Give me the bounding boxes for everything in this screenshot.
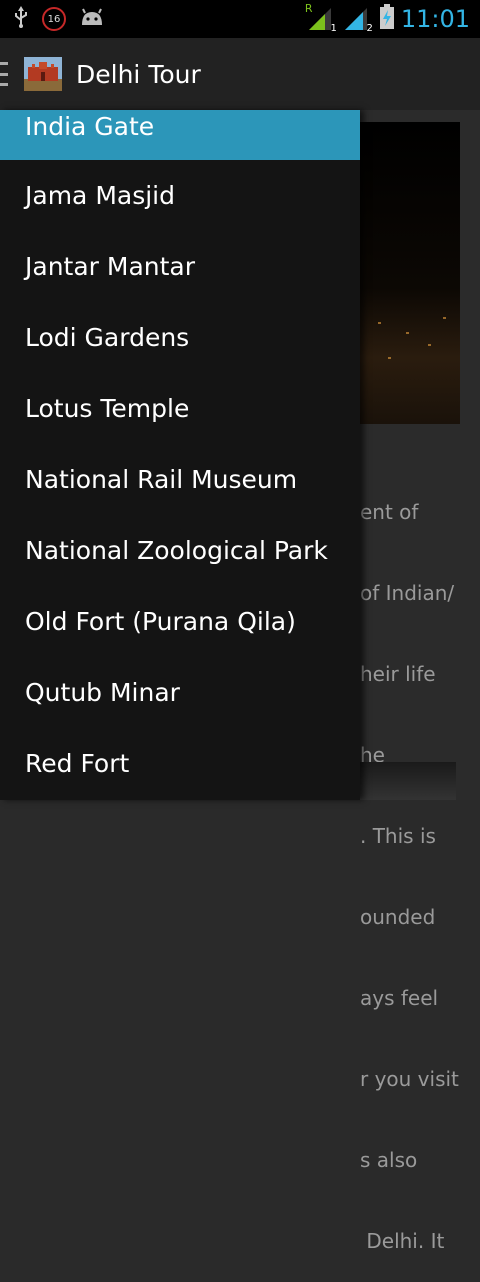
description-text: ent of of Indian/ heir life he . This is… — [360, 445, 480, 1282]
usb-icon — [14, 6, 28, 32]
signal-2-label: 2 — [366, 23, 373, 34]
description-line: heir life — [360, 662, 436, 686]
hero-photo — [358, 122, 460, 424]
status-time: 11:01 — [400, 5, 470, 33]
status-bar: 16 R 1 2 11:01 — [0, 0, 480, 38]
drawer-item-national-rail-museum[interactable]: National Rail Museum — [0, 444, 360, 515]
secondary-photo — [360, 762, 456, 800]
roaming-label: R — [304, 2, 313, 15]
description-line: ays feel — [360, 986, 439, 1010]
action-bar-title: Delhi Tour — [76, 59, 201, 89]
notification-count-badge: 16 — [42, 7, 66, 31]
drawer-item-lodi-gardens[interactable]: Lodi Gardens — [0, 302, 360, 373]
navigation-drawer: India Gate Jama Masjid Jantar Mantar Lod… — [0, 110, 360, 800]
description-line: r you visit — [360, 1067, 459, 1091]
signal-2-icon: 2 — [343, 6, 373, 34]
action-bar: Delhi Tour — [0, 38, 480, 111]
drawer-toggle-icon[interactable] — [0, 62, 14, 86]
drawer-item-qutub-minar[interactable]: Qutub Minar — [0, 657, 360, 728]
description-line: Delhi. It — [360, 1229, 445, 1253]
description-line: ent of — [360, 500, 419, 524]
signal-1-icon: R 1 — [305, 2, 337, 34]
android-icon — [80, 8, 104, 30]
app-icon[interactable] — [24, 57, 62, 91]
drawer-item-jantar-mantar[interactable]: Jantar Mantar — [0, 231, 360, 302]
battery-charging-icon — [379, 4, 395, 34]
signal-1-label: 1 — [330, 23, 337, 34]
drawer-item-jama-masjid[interactable]: Jama Masjid — [0, 160, 360, 231]
drawer-item-lotus-temple[interactable]: Lotus Temple — [0, 373, 360, 444]
description-line: s also — [360, 1148, 418, 1172]
description-line: . This is — [360, 824, 436, 848]
description-line: ounded — [360, 905, 436, 929]
drawer-item-national-zoological-park[interactable]: National Zoological Park — [0, 515, 360, 586]
drawer-item-old-fort[interactable]: Old Fort (Purana Qila) — [0, 586, 360, 657]
drawer-item-red-fort[interactable]: Red Fort — [0, 728, 360, 799]
drawer-item-india-gate[interactable]: India Gate — [0, 110, 360, 160]
description-line: of Indian/ — [360, 581, 455, 605]
